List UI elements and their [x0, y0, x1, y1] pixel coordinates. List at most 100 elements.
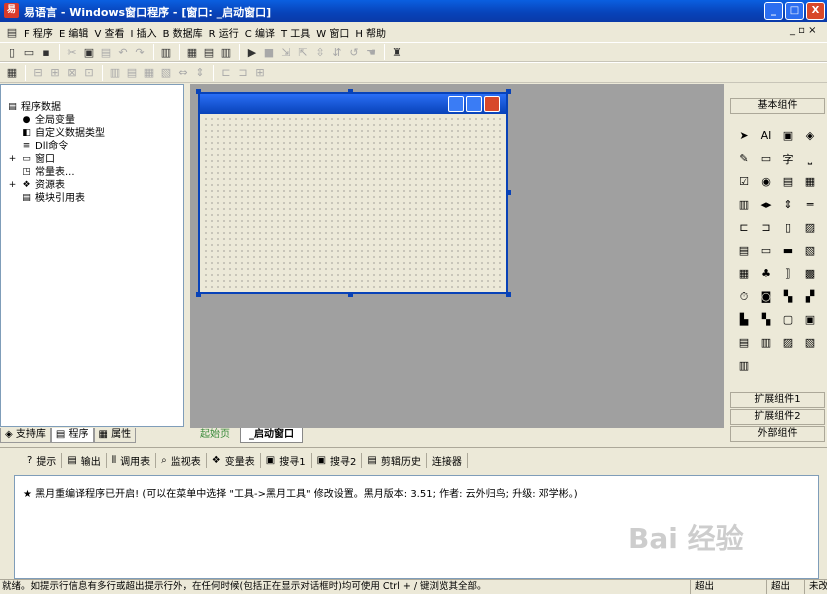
tree-item-resources[interactable]: + ❖ 资源表 — [7, 179, 105, 192]
resize-handle[interactable] — [506, 292, 511, 297]
tree-item-custom-types[interactable]: ◧ 自定义数据类型 — [7, 127, 105, 140]
tab-search1[interactable]: ▣ 搜寻1 — [261, 453, 312, 468]
tab-support-library[interactable]: ◈ 支持库 — [0, 427, 51, 443]
menu-view[interactable]: V 查看 — [91, 25, 127, 40]
basic-components-header[interactable]: 基本组件 — [730, 98, 825, 114]
component-icon[interactable]: ⊐ — [755, 216, 777, 239]
form-title-bar[interactable] — [200, 94, 506, 114]
menu-window[interactable]: W 窗口 — [313, 25, 352, 40]
mdi-controls[interactable]: _ ▫ × — [790, 25, 817, 36]
copy-icon[interactable]: ▣ — [81, 44, 97, 60]
align-icon-3[interactable]: ⊠ — [64, 65, 80, 81]
extended-components-1[interactable]: 扩展组件1 — [730, 392, 825, 408]
resize-handle[interactable] — [506, 190, 511, 195]
component-icon[interactable]: ◈ — [799, 124, 821, 147]
close-button[interactable]: X — [806, 2, 825, 20]
component-icon[interactable]: ♣ — [755, 262, 777, 285]
component-icon[interactable]: ▬ — [777, 239, 799, 262]
tree-item-dll[interactable]: ≡ Dll命令 — [7, 140, 105, 153]
align-icon-6[interactable]: ▤ — [124, 65, 140, 81]
minimize-button[interactable]: _ — [764, 2, 783, 20]
component-icon[interactable]: ▥ — [733, 193, 755, 216]
align-icon-10[interactable]: ⇕ — [192, 65, 208, 81]
undo-icon[interactable]: ↶ — [115, 44, 131, 60]
redo-icon[interactable]: ↷ — [132, 44, 148, 60]
expand-icon[interactable]: + — [7, 180, 18, 191]
tab-search2[interactable]: ▣ 搜寻2 — [312, 453, 363, 468]
tab-watch[interactable]: ⌕ 监视表 — [156, 453, 207, 468]
external-components[interactable]: 外部组件 — [730, 426, 825, 442]
component-icon[interactable]: ⊏ — [733, 216, 755, 239]
layout-icon-3[interactable]: ▥ — [218, 44, 234, 60]
menu-database[interactable]: B 数据库 — [160, 25, 206, 40]
find-icon[interactable]: ▥ — [158, 44, 174, 60]
align-icon-13[interactable]: ⊞ — [252, 65, 268, 81]
step-icon-1[interactable]: ⇲ — [278, 44, 294, 60]
component-icon[interactable]: ▭ — [755, 239, 777, 262]
component-icon[interactable]: ▢ — [777, 308, 799, 331]
component-icon[interactable]: ▧ — [799, 239, 821, 262]
tab-hint[interactable]: ? 提示 — [22, 453, 63, 468]
run-icon[interactable]: ▶ — [244, 44, 260, 60]
component-icon[interactable]: ▥ — [755, 331, 777, 354]
tree-item-window[interactable]: + ▭ 窗口 — [7, 153, 105, 166]
align-icon-5[interactable]: ▥ — [107, 65, 123, 81]
tab-startup-window[interactable]: _启动窗口 — [240, 428, 303, 443]
tree-item-global-vars[interactable]: ● 全局变量 — [7, 114, 105, 127]
component-icon[interactable]: ⏱ — [733, 285, 755, 308]
component-icon[interactable]: ▯ — [777, 216, 799, 239]
component-icon[interactable]: ◉ — [755, 170, 777, 193]
hand-icon[interactable]: ☚ — [363, 44, 379, 60]
tab-start-page[interactable]: 起始页 — [192, 428, 238, 443]
align-icon-12[interactable]: ⊐ — [235, 65, 251, 81]
align-icon-1[interactable]: ⊟ — [30, 65, 46, 81]
align-icon-7[interactable]: ▦ — [141, 65, 157, 81]
step-icon-5[interactable]: ↺ — [346, 44, 362, 60]
tab-output[interactable]: ▤ 输出 — [62, 453, 107, 468]
layout-icon-2[interactable]: ▤ — [201, 44, 217, 60]
component-icon[interactable]: ▣ — [777, 124, 799, 147]
binoculars-icon[interactable]: ♜ — [389, 44, 405, 60]
align-icon-8[interactable]: ▧ — [158, 65, 174, 81]
resize-handle[interactable] — [196, 89, 201, 94]
component-icon[interactable]: ═ — [799, 193, 821, 216]
component-icon[interactable]: ▥ — [733, 354, 755, 377]
menu-program[interactable]: F 程序 — [21, 25, 56, 40]
component-icon[interactable]: ➤ — [733, 124, 755, 147]
resize-handle[interactable] — [348, 89, 353, 94]
component-icon[interactable]: ▦ — [799, 170, 821, 193]
component-icon[interactable]: 字 — [777, 147, 799, 170]
extended-components-2[interactable]: 扩展组件2 — [730, 409, 825, 425]
step-icon-2[interactable]: ⇱ — [295, 44, 311, 60]
component-icon[interactable]: ▚ — [755, 308, 777, 331]
component-icon[interactable]: ⇕ — [777, 193, 799, 216]
component-icon[interactable]: ✎ — [733, 147, 755, 170]
open-icon[interactable]: ▭ — [21, 44, 37, 60]
component-icon[interactable]: ▞ — [799, 285, 821, 308]
menu-tools[interactable]: T 工具 — [278, 25, 313, 40]
resize-handle[interactable] — [506, 89, 511, 94]
align-icon-2[interactable]: ⊞ — [47, 65, 63, 81]
layout-icon-1[interactable]: ▦ — [184, 44, 200, 60]
align-icon-4[interactable]: ⊡ — [81, 65, 97, 81]
tab-properties[interactable]: ▦ 属性 — [93, 427, 137, 443]
tab-connector[interactable]: 连接器 — [427, 453, 468, 468]
menu-edit[interactable]: E 编辑 — [56, 25, 92, 40]
component-icon[interactable]: ▣ — [799, 308, 821, 331]
align-icon-9[interactable]: ⇔ — [175, 65, 191, 81]
component-icon[interactable]: ⟧ — [777, 262, 799, 285]
menu-insert[interactable]: I 插入 — [127, 25, 159, 40]
menu-help[interactable]: H 帮助 — [352, 25, 389, 40]
component-icon[interactable]: ▭ — [755, 147, 777, 170]
component-icon[interactable]: ▤ — [733, 331, 755, 354]
tree-root[interactable]: ▤ 程序数据 — [7, 101, 105, 114]
maximize-button[interactable]: □ — [785, 2, 804, 20]
component-icon[interactable]: ▤ — [733, 239, 755, 262]
form-window[interactable] — [198, 92, 508, 294]
component-icon[interactable]: ▙ — [733, 308, 755, 331]
component-icon[interactable]: ▤ — [777, 170, 799, 193]
component-icon[interactable]: ☑ — [733, 170, 755, 193]
expand-icon[interactable]: + — [7, 154, 18, 165]
align-icon-11[interactable]: ⊏ — [218, 65, 234, 81]
menu-compile[interactable]: C 编译 — [242, 25, 278, 40]
